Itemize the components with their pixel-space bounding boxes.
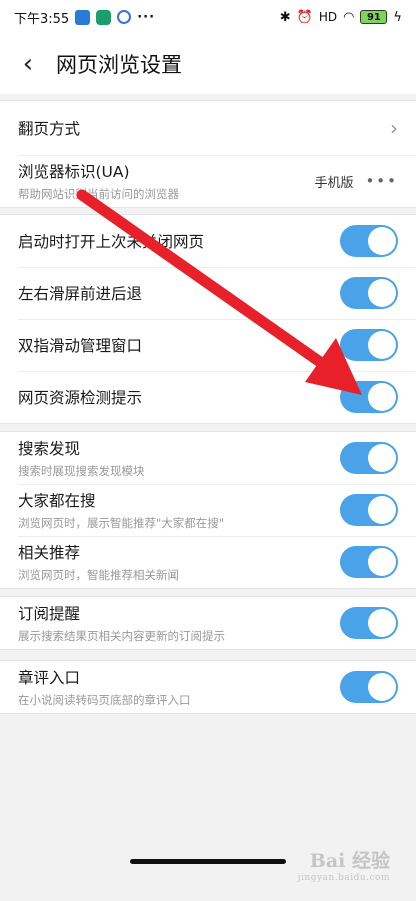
battery-icon: 91 <box>360 10 388 24</box>
restore-tabs-toggle[interactable] <box>340 225 398 257</box>
toggle-knob <box>368 444 396 472</box>
setting-row-search-discovery: 搜索发现 搜索时展现搜索发现模块 <box>0 432 416 484</box>
toggle-knob <box>368 279 396 307</box>
search-discovery-toggle[interactable] <box>340 442 398 474</box>
app-header: ‹ 网页浏览设置 <box>0 34 416 94</box>
toggle-knob <box>368 227 396 255</box>
back-button[interactable]: ‹ <box>0 34 56 94</box>
browser-app-icon <box>117 10 132 24</box>
charging-icon: ϟ <box>393 9 402 25</box>
more-options-icon[interactable]: ••• <box>365 172 398 190</box>
settings-group-novel: 章评入口 在小说阅读转码页底部的章评入口 <box>0 660 416 714</box>
status-bar: 下午3:55 ··· ✱ ⏰ HD ◠ 91 ϟ <box>0 0 416 34</box>
setting-row-related-recommendations: 相关推荐 浏览网页时，智能推荐相关新闻 <box>0 536 416 588</box>
wifi-icon: ◠ <box>343 9 355 25</box>
status-time: 下午3:55 <box>14 11 70 27</box>
watermark-main: Bai 经验 <box>309 850 390 872</box>
setting-row-swipe-navigation: 左右滑屏前进后退 <box>0 267 416 319</box>
app-notification-icon <box>75 9 91 25</box>
setting-row-two-finger-windows: 双指滑动管理窗口 <box>0 319 416 371</box>
related-recommendations-toggle[interactable] <box>340 546 398 578</box>
setting-title: 搜索发现 <box>18 440 81 458</box>
chevron-right-icon: › <box>390 116 398 140</box>
toggle-knob <box>368 609 396 637</box>
resource-detection-toggle[interactable] <box>340 381 398 413</box>
toggle-knob <box>368 496 396 524</box>
setting-subtitle: 浏览网页时，展示智能推荐"大家都在搜" <box>18 516 225 530</box>
shield-app-icon <box>96 9 112 25</box>
swipe-navigation-toggle[interactable] <box>340 277 398 309</box>
settings-group-subscription: 订阅提醒 展示搜索结果页相关内容更新的订阅提示 <box>0 596 416 650</box>
watermark-sub: jingyan.baidu.com <box>297 873 390 883</box>
toggle-knob <box>368 383 396 411</box>
setting-title: 双指滑动管理窗口 <box>18 337 143 355</box>
chapter-comments-toggle[interactable] <box>340 671 398 703</box>
home-indicator[interactable] <box>130 859 286 864</box>
bluetooth-icon: ✱ <box>279 9 291 25</box>
setting-title: 订阅提醒 <box>18 605 81 623</box>
baidu-jingyan-watermark: Bai 经验 jingyan.baidu.com <box>298 846 390 883</box>
setting-title: 网页资源检测提示 <box>18 389 143 407</box>
setting-title: 左右滑屏前进后退 <box>18 285 143 303</box>
setting-row-trending-searches: 大家都在搜 浏览网页时，展示智能推荐"大家都在搜" <box>0 484 416 536</box>
setting-title: 翻页方式 <box>18 120 81 138</box>
two-finger-windows-toggle[interactable] <box>340 329 398 361</box>
setting-value: 手机版 <box>314 175 354 191</box>
signal-hd-icon: HD <box>318 10 338 24</box>
alarm-icon: ⏰ <box>296 9 313 25</box>
page-title: 网页浏览设置 <box>56 53 182 77</box>
setting-row-page-turn[interactable]: 翻页方式 › <box>0 101 416 155</box>
toggle-knob <box>368 673 396 701</box>
setting-row-restore-tabs: 启动时打开上次未关闭网页 <box>0 215 416 267</box>
settings-group-search: 搜索发现 搜索时展现搜索发现模块 大家都在搜 浏览网页时，展示智能推荐"大家都在… <box>0 431 416 589</box>
setting-title: 相关推荐 <box>18 544 81 562</box>
setting-subtitle: 搜索时展现搜索发现模块 <box>18 464 145 478</box>
setting-row-chapter-comments: 章评入口 在小说阅读转码页底部的章评入口 <box>0 661 416 713</box>
setting-subtitle: 帮助网站识别当前访问的浏览器 <box>18 187 179 201</box>
setting-subtitle: 在小说阅读转码页底部的章评入口 <box>18 693 191 707</box>
setting-title: 章评入口 <box>18 669 81 687</box>
chevron-left-icon: ‹ <box>22 49 34 79</box>
setting-title: 大家都在搜 <box>18 492 96 510</box>
setting-row-subscription-reminder: 订阅提醒 展示搜索结果页相关内容更新的订阅提示 <box>0 597 416 649</box>
more-notifications-icon: ··· <box>137 9 156 25</box>
setting-title: 浏览器标识(UA) <box>18 163 130 181</box>
setting-title: 启动时打开上次未关闭网页 <box>18 233 205 251</box>
settings-group-general: 翻页方式 › 浏览器标识(UA) 帮助网站识别当前访问的浏览器 手机版 ••• <box>0 100 416 208</box>
toggle-knob <box>368 548 396 576</box>
trending-searches-toggle[interactable] <box>340 494 398 526</box>
subscription-reminder-toggle[interactable] <box>340 607 398 639</box>
setting-subtitle: 浏览网页时，智能推荐相关新闻 <box>18 568 179 582</box>
setting-subtitle: 展示搜索结果页相关内容更新的订阅提示 <box>18 629 225 643</box>
setting-row-resource-detection: 网页资源检测提示 <box>0 371 416 423</box>
toggle-knob <box>368 331 396 359</box>
setting-row-user-agent[interactable]: 浏览器标识(UA) 帮助网站识别当前访问的浏览器 手机版 ••• <box>0 155 416 207</box>
settings-group-navigation: 启动时打开上次未关闭网页 左右滑屏前进后退 双指滑动管理窗口 网页资源检测提示 <box>0 214 416 424</box>
